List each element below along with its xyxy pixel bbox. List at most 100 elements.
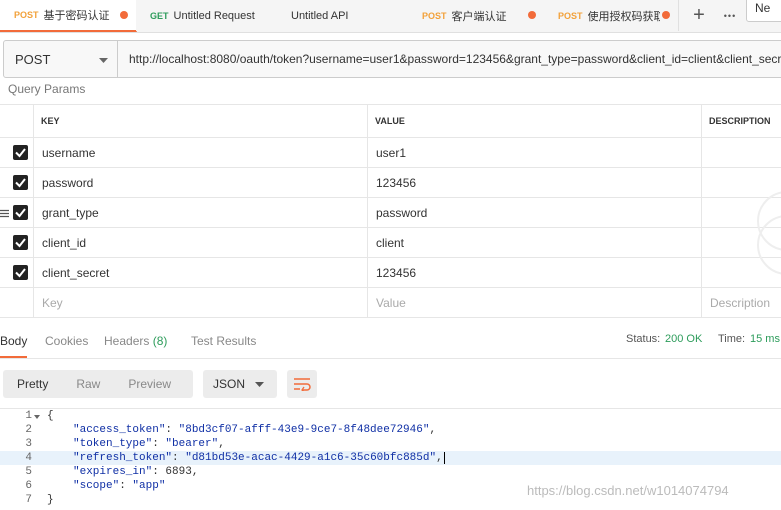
- param-key[interactable]: grant_type: [34, 198, 367, 228]
- param-value[interactable]: 123456: [368, 258, 701, 288]
- new-param-description-input[interactable]: Description: [702, 288, 781, 318]
- tab-headers[interactable]: Headers (8): [104, 334, 167, 348]
- url-input[interactable]: http://localhost:8080/oauth/token?userna…: [118, 40, 781, 78]
- url-text: http://localhost:8080/oauth/token?userna…: [129, 52, 781, 66]
- code-line: "token_type": "bearer",: [73, 438, 225, 450]
- param-value[interactable]: password: [368, 198, 701, 228]
- tab-title: 使用授权码获取: [587, 10, 660, 23]
- format-select-value: JSON: [213, 377, 246, 391]
- line-number: 7: [25, 494, 32, 506]
- checkmark-icon: [15, 268, 26, 278]
- param-checkbox-cell: [0, 198, 33, 228]
- preview-button[interactable]: Preview: [128, 377, 171, 391]
- request-tab-4[interactable]: POST 客户端认证: [408, 0, 545, 31]
- response-body-editor[interactable]: 1 2 3 4 5 6 7 { "access_token": "8bd3cf0…: [0, 408, 781, 510]
- json-key: "expires_in": [73, 466, 153, 478]
- checkmark-icon: [15, 238, 26, 248]
- param-checkbox[interactable]: [13, 235, 28, 250]
- wrap-lines-button[interactable]: [287, 370, 317, 398]
- new-environment-button[interactable]: Ne: [746, 0, 781, 22]
- param-checkbox[interactable]: [13, 205, 28, 220]
- param-checkbox[interactable]: [13, 145, 28, 160]
- drag-handle-icon[interactable]: [0, 209, 9, 218]
- format-select[interactable]: JSON: [203, 370, 277, 398]
- tab-body[interactable]: Body: [0, 334, 28, 358]
- tab-title: 客户端认证: [451, 10, 507, 23]
- request-tab-1[interactable]: POST 基于密码认证: [0, 0, 137, 32]
- status-label: Status:: [626, 333, 661, 345]
- wrap-lines-icon: [294, 378, 311, 391]
- params-table: KEY VALUE DESCRIPTION username user1 pas…: [0, 104, 781, 318]
- query-params-section: Query Params: [0, 78, 781, 104]
- json-key: "token_type": [73, 438, 153, 450]
- code-line: "expires_in": 6893,: [73, 466, 199, 478]
- line-number: 3: [25, 438, 32, 450]
- new-param-value-input[interactable]: Value: [368, 288, 701, 318]
- watermark: https://blog.csdn.net/w1014074794: [527, 483, 729, 498]
- code-line: "scope": "app": [73, 480, 166, 492]
- add-tab-button[interactable]: +: [682, 0, 716, 31]
- query-params-label: Query Params: [8, 82, 86, 96]
- json-key: "scope": [73, 480, 120, 492]
- line-number: 1: [25, 410, 32, 422]
- more-tabs-button[interactable]: •••: [716, 0, 744, 31]
- param-value[interactable]: 123456: [368, 168, 701, 198]
- param-key[interactable]: client_id: [34, 228, 367, 258]
- new-param-key-input[interactable]: Key: [34, 288, 367, 318]
- param-description[interactable]: [702, 168, 781, 198]
- json-key: "access_token": [73, 424, 166, 436]
- param-checkbox-cell: [0, 168, 33, 198]
- param-value[interactable]: client: [368, 228, 701, 258]
- tab-test-results[interactable]: Test Results: [191, 334, 256, 348]
- line-number: 4: [25, 452, 32, 464]
- request-tab-5[interactable]: POST 使用授权码获取: [544, 0, 679, 31]
- param-key[interactable]: client_secret: [34, 258, 367, 288]
- unsaved-dot-icon: [528, 11, 536, 19]
- pretty-button[interactable]: Pretty: [17, 377, 48, 391]
- param-description[interactable]: [702, 138, 781, 168]
- text-cursor: [443, 452, 445, 464]
- tab-title: Untitled Request: [173, 9, 255, 22]
- more-icon: •••: [723, 10, 737, 21]
- param-checkbox[interactable]: [13, 175, 28, 190]
- time-value: 15 ms: [750, 333, 780, 345]
- json-key: "refresh_token": [73, 452, 173, 464]
- view-mode-group: Pretty Raw Preview: [3, 370, 193, 398]
- code-line: {: [47, 410, 54, 422]
- status-value: 200 OK: [665, 333, 703, 345]
- param-key[interactable]: password: [34, 168, 367, 198]
- tab-method-label: GET: [150, 10, 169, 21]
- json-value: "8bd3cf07-afff-43e9-9ce7-8f48dee72946": [178, 424, 430, 436]
- line-number: 6: [25, 480, 32, 492]
- unsaved-dot-icon: [120, 11, 128, 19]
- fold-arrow-icon[interactable]: [34, 415, 40, 419]
- json-value: 6893: [165, 466, 192, 478]
- plus-icon: +: [693, 4, 705, 26]
- new-environment-label: Ne: [755, 1, 771, 15]
- column-header-value: VALUE: [368, 104, 701, 138]
- param-checkbox-cell: [0, 228, 33, 258]
- chevron-down-icon: [99, 58, 108, 63]
- code-line: "access_token": "8bd3cf07-afff-43e9-9ce7…: [73, 424, 437, 436]
- raw-button[interactable]: Raw: [76, 377, 100, 391]
- line-number: 5: [25, 466, 32, 478]
- param-key[interactable]: username: [34, 138, 367, 168]
- chevron-down-icon: [255, 382, 264, 387]
- json-value: "d81bd53e-acac-4429-a1c6-35c60bfc885d": [185, 452, 437, 464]
- param-checkbox[interactable]: [13, 265, 28, 280]
- tab-method-label: POST: [422, 10, 447, 21]
- request-tab-3[interactable]: Untitled API: [272, 0, 409, 31]
- tab-cookies[interactable]: Cookies: [45, 334, 88, 348]
- request-tab-2[interactable]: GET Untitled Request: [136, 0, 273, 31]
- line-number: 2: [25, 424, 32, 436]
- time-label: Time:: [718, 333, 746, 345]
- param-value[interactable]: user1: [368, 138, 701, 168]
- tab-headers-label: Headers: [104, 334, 150, 348]
- json-value: "bearer": [165, 438, 219, 450]
- checkmark-icon: [15, 208, 26, 218]
- column-header-key: KEY: [34, 104, 367, 138]
- tab-title: 基于密码认证: [43, 10, 110, 22]
- param-checkbox-cell: [0, 138, 33, 168]
- method-select[interactable]: POST: [3, 40, 118, 78]
- tab-title: Untitled API: [291, 9, 349, 22]
